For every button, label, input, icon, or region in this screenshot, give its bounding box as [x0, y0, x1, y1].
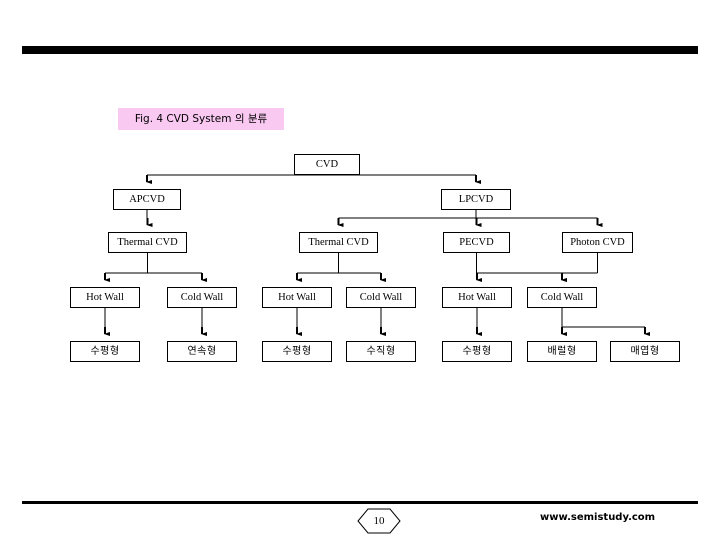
tree-node-h5: 수평형: [442, 341, 512, 362]
tree-node-pecvd: PECVD: [443, 232, 510, 253]
tree-connector-lines: [104, 174, 650, 336]
cvd-classification-tree: CVD APCVD LPCVD Thermal CVD Thermal CVD PECVD…: [0, 0, 720, 540]
tree-node-h6: 배럴형: [527, 341, 597, 362]
page-number-badge: 10: [357, 508, 401, 534]
tree-node-cold1: Cold Wall: [167, 287, 237, 308]
tree-node-th2: Thermal CVD: [299, 232, 378, 253]
tree-node-lpcvd: LPCVD: [441, 189, 511, 210]
tree-node-h3: 수평형: [262, 341, 332, 362]
tree-node-apcvd: APCVD: [113, 189, 181, 210]
tree-node-th1: Thermal CVD: [108, 232, 187, 253]
tree-node-h7: 매엽형: [610, 341, 680, 362]
tree-node-hot2: Hot Wall: [262, 287, 332, 308]
slide-canvas: Fig. 4 CVD System 의 분류 CVD APCVD LPCVD Ther…: [0, 0, 720, 540]
tree-node-cold3: Cold Wall: [527, 287, 597, 308]
page-number-label: 10: [373, 515, 385, 527]
tree-node-h4: 수직형: [346, 341, 416, 362]
tree-node-hot3: Hot Wall: [442, 287, 512, 308]
tree-node-hot1: Hot Wall: [70, 287, 140, 308]
tree-node-h2: 연속형: [167, 341, 237, 362]
tree-node-cvd: CVD: [294, 154, 360, 175]
tree-node-photon: Photon CVD: [562, 232, 633, 253]
bottom-divider-rule: [22, 501, 698, 504]
tree-node-h1: 수평형: [70, 341, 140, 362]
website-label: www.semistudy.com: [540, 512, 656, 523]
tree-node-cold2: Cold Wall: [346, 287, 416, 308]
